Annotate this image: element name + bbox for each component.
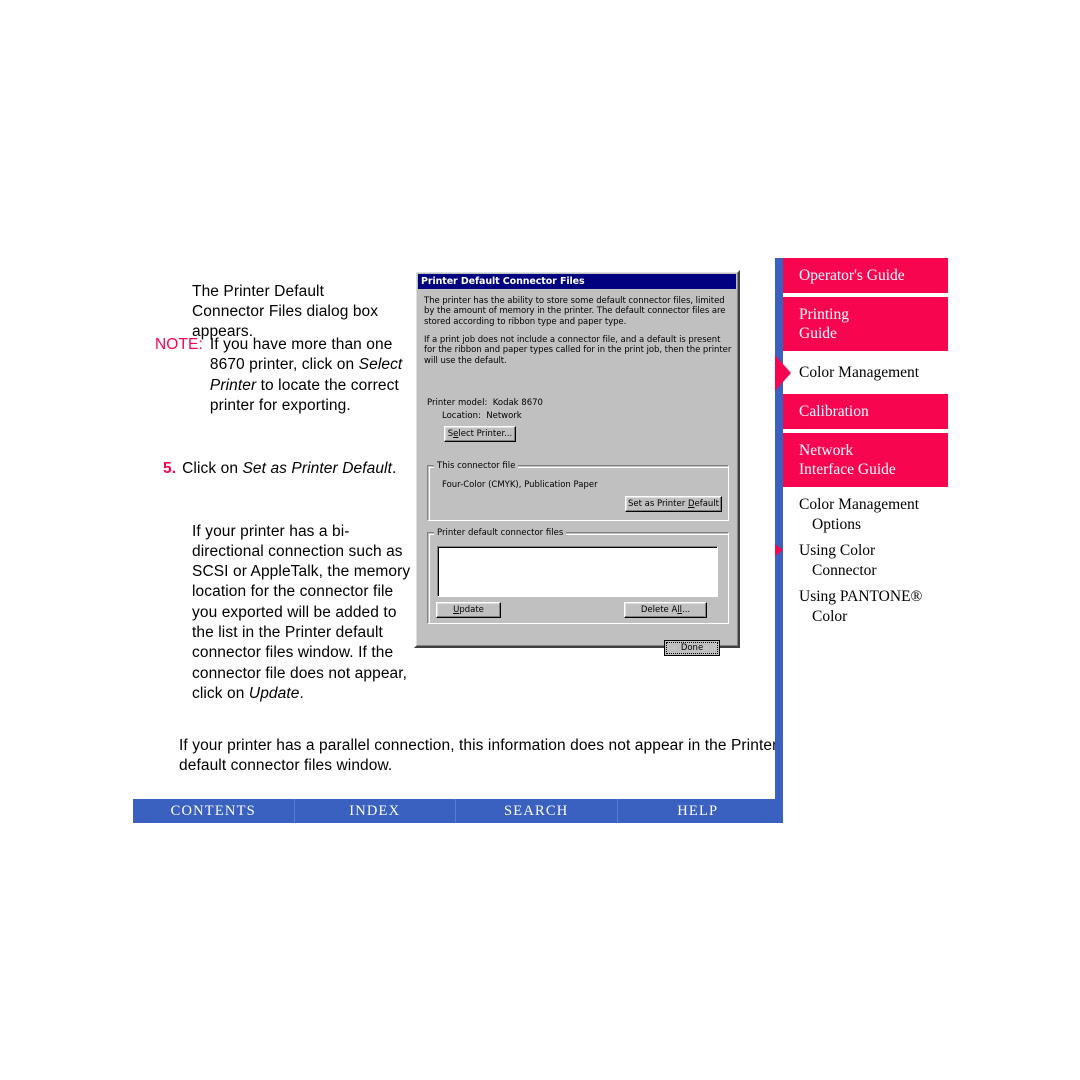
subnav-item-color-management-options-label-1: Color Management [799,496,920,513]
subnav-item-using-pantone-color-label-1: Using PANTONE® [799,588,923,605]
done-label: Done [666,642,718,654]
bottom-nav-help[interactable]: HELP [616,799,779,823]
delete-all-label-post: ... [682,605,691,615]
note-label: NOTE: [155,336,203,353]
subnav-item-color-management-options-label-2: Options [812,515,862,533]
nav-item-calibration[interactable]: Calibration [783,394,948,429]
dialog-paragraph-1: The printer has the ability to store som… [424,296,726,327]
location-value: Network [486,411,522,421]
document-page: The Printer Default Connector Files dial… [0,0,1080,1080]
subnav-item-using-color-connector-label-2: Connector [812,561,877,579]
step-text: Click on Set as Printer Default. [182,459,411,479]
select-printer-label-post: lect Printer... [458,429,513,439]
step-text-part-2: . [392,460,397,477]
printer-default-connector-files-legend: Printer default connector files [434,528,567,538]
printer-default-connector-files-dialog: Printer Default Connector Files The prin… [414,270,740,656]
nav-item-color-management[interactable]: Color Management [775,354,948,391]
intro-paragraph: The Printer Default Connector Files dial… [192,282,379,341]
dialog-paragraph-2: If a print job does not include a connec… [424,335,732,366]
printer-model-value: Kodak 8670 [492,398,543,408]
continuation-text-part-1: If your printer has a bi-directional con… [192,522,411,702]
printer-model-row: Printer model: Kodak 8670 [427,398,543,408]
subnav-item-using-pantone-color-label-2: Color [812,607,848,625]
subnav-item-color-management-options[interactable]: Color Management Options [783,495,948,534]
this-connector-file-value: Four-Color (CMYK), Publication Paper [442,480,598,490]
update-button[interactable]: Update [436,602,501,618]
subnav-item-using-color-connector-label-1: Using Color [799,542,876,559]
active-arrow-small-icon [775,544,783,556]
location-label: Location: [442,411,481,421]
nav-item-operators-guide[interactable]: Operator's Guide [783,258,948,293]
vertical-blue-rule [775,258,783,823]
step-text-part-1: Click on [182,460,243,477]
this-connector-file-group: This connector file Four-Color (CMYK), P… [427,461,729,521]
note-text: If you have more than one 8670 printer, … [210,335,407,416]
connector-files-listbox[interactable] [437,546,718,597]
set-as-printer-default-button[interactable]: Set as Printer Default [625,496,722,512]
continuation-emphasis-update: Update [248,684,300,702]
sub-navigation: Color Management Options Using Color Con… [775,495,948,626]
subnav-item-using-pantone-color[interactable]: Using PANTONE® Color [783,587,948,626]
delete-all-button[interactable]: Delete All... [624,602,707,618]
delete-all-label-pre: Delete A [640,605,678,615]
guide-navigation: Operator's Guide Printing Guide Color Ma… [775,258,948,633]
step-number: 5. [163,460,177,477]
done-button[interactable]: Done [664,640,720,656]
nav-item-operators-guide-label: Operator's Guide [799,267,905,284]
location-row: Location: Network [442,411,522,421]
nav-item-printing-guide[interactable]: Printing Guide [783,297,948,351]
bottom-nav-search[interactable]: SEARCH [455,799,617,823]
subnav-item-using-color-connector[interactable]: Using Color Connector [775,541,948,580]
final-paragraph: If your printer has a parallel connectio… [179,736,778,774]
nav-item-color-management-label: Color Management [799,364,920,381]
nav-item-network-interface-guide-label-2: Interface Guide [799,461,896,478]
nav-item-printing-guide-label-1: Printing [799,306,849,323]
select-printer-button[interactable]: Select Printer... [444,426,516,442]
continuation-text-part-2: . [299,684,304,702]
nav-item-network-interface-guide-label-1: Network [799,442,854,459]
step-emphasis-set-as-printer-default: Set as Printer Default [242,460,393,477]
step-item-5: 5. Click on Set as Printer Default. [163,459,411,479]
set-as-printer-default-label-pre: Set as Printer [627,499,688,509]
nav-item-calibration-label: Calibration [799,403,869,420]
nav-item-printing-guide-label-2: Guide [799,325,837,342]
dialog-title-bar: Printer Default Connector Files [418,274,736,289]
bottom-navigation-bar: CONTENTS INDEX SEARCH HELP [133,799,778,823]
continuation-paragraph: If your printer has a bi-directional con… [192,522,414,705]
bottom-nav-index[interactable]: INDEX [293,799,456,823]
this-connector-file-legend: This connector file [434,461,519,471]
set-as-printer-default-label-post: efault [694,499,720,509]
nav-item-network-interface-guide[interactable]: Network Interface Guide [783,433,948,487]
printer-model-label: Printer model: [427,398,488,408]
bottom-nav-contents[interactable]: CONTENTS [133,799,294,823]
note-block: NOTE: If you have more than one 8670 pri… [155,335,407,416]
active-arrow-icon [775,354,791,391]
update-label-post: pdate [459,605,484,615]
